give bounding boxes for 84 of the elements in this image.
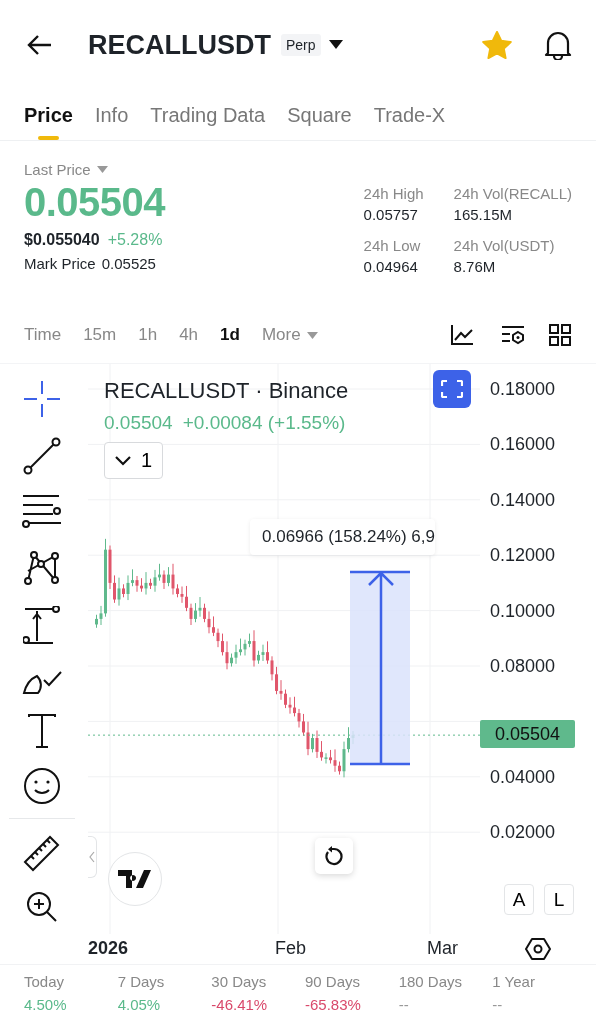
stat-value: 8.76M [453, 258, 497, 275]
scale-button[interactable]: A [504, 884, 534, 915]
measure-range-drawing[interactable] [348, 570, 412, 766]
period-label: 7 Days [117, 973, 166, 990]
stat-label: 24h Vol(RECALL) [453, 185, 572, 202]
price-axis-label: 0.12000 [490, 544, 556, 567]
chevron-down-icon [115, 455, 131, 466]
page-tab[interactable]: Trade-X [373, 90, 446, 140]
bell-icon[interactable] [544, 30, 572, 60]
price-axis-label: 0.02000 [490, 821, 556, 844]
chart-symbol-title: RECALLUSDT · Binance [104, 378, 349, 404]
measure-tool-icon[interactable] [23, 606, 61, 646]
indicator-toggle-button[interactable]: 1 [104, 442, 164, 479]
page-tab[interactable]: Trading Data [150, 90, 266, 140]
period-label: 180 Days [398, 973, 464, 990]
price-axis-label: 0.10000 [490, 599, 556, 622]
time-axis-label: Feb [275, 938, 307, 959]
caret-icon[interactable] [328, 40, 343, 50]
interval-tab[interactable]: 15m [83, 325, 117, 345]
time-axis-label: Mar [427, 938, 458, 959]
page-tab[interactable]: Info [94, 90, 129, 140]
period-label: 90 Days [305, 973, 361, 990]
usd-price: $0.055040 [24, 231, 100, 249]
price-axis-label: 0.16000 [490, 433, 556, 456]
interval-tab[interactable]: 4h [179, 325, 199, 345]
indicator-chart-icon[interactable] [450, 324, 474, 346]
smiley-icon[interactable] [23, 767, 61, 805]
time-axis-label: 2026 [88, 938, 129, 959]
price-axis-label: 0.14000 [490, 488, 556, 511]
price-axis-label: 0.04000 [490, 765, 556, 788]
stat-label: 24h Low [363, 237, 422, 254]
period-change: -- [398, 996, 410, 1013]
current-price-label: 0.05504 [480, 720, 575, 748]
mark-price-value: 0.05525 [101, 255, 156, 272]
symbol-title[interactable]: RECALLUSDT [88, 29, 271, 61]
price-change: +5.28% [107, 231, 163, 249]
collapse-handle[interactable] [88, 836, 97, 878]
fullscreen-icon [441, 380, 463, 398]
period-change: -46.41% [211, 996, 269, 1013]
price-axis-label: 0.08000 [490, 655, 556, 677]
fullscreen-button[interactable] [433, 370, 471, 408]
crosshair-icon[interactable] [23, 380, 61, 418]
chart-settings-icon[interactable] [500, 324, 526, 346]
zoom-in-icon[interactable] [26, 891, 58, 923]
interval-tab[interactable]: 1h [138, 325, 158, 345]
stat-label: 24h Vol(USDT) [453, 237, 556, 254]
settings-icon[interactable] [525, 937, 551, 961]
grid-layout-icon[interactable] [548, 324, 572, 346]
contract-badge: Perp [281, 34, 321, 56]
stat-value: 0.05757 [363, 206, 419, 223]
stat-label: 24h High [363, 185, 425, 202]
period-change: -65.83% [305, 996, 362, 1013]
period-change: 4.05% [117, 996, 162, 1013]
mark-price-label: Mark Price [24, 255, 96, 272]
star-icon[interactable] [482, 31, 512, 59]
period-label: Today [24, 973, 66, 990]
stat-value: 0.04964 [363, 258, 419, 275]
page-tab[interactable]: Square [287, 90, 352, 140]
back-arrow-icon[interactable] [26, 34, 52, 56]
reset-button[interactable] [315, 838, 353, 874]
logo-badge[interactable] [108, 852, 162, 906]
measure-tooltip: 0.06966 (158.24%) 6,9 [250, 519, 435, 555]
trend-line-icon[interactable] [23, 437, 61, 475]
price-type-label[interactable]: Last Price [24, 161, 91, 178]
period-change: 4.50% [24, 996, 68, 1013]
interval-tab[interactable]: More [261, 325, 301, 345]
interval-tab[interactable]: Time [24, 325, 62, 345]
pattern-icon[interactable] [23, 549, 61, 587]
text-tool-icon[interactable] [27, 714, 57, 748]
dropdown-icon[interactable] [306, 331, 318, 339]
scale-button[interactable]: L [544, 884, 574, 915]
chart-quote-change: +0.00084 (+1.55%) [182, 412, 346, 434]
parallel-lines-icon[interactable] [22, 494, 62, 530]
period-change: -- [492, 996, 504, 1013]
interval-tab[interactable]: 1d [220, 325, 240, 345]
chart-quote: 0.05504 [104, 412, 173, 434]
page-tab[interactable]: Price [24, 90, 73, 140]
price-axis-label: 0.18000 [490, 378, 556, 400]
period-label: 1 Year [492, 973, 536, 990]
reset-icon [324, 846, 344, 866]
last-price: 0.05504 [24, 180, 166, 225]
period-label: 30 Days [211, 973, 268, 990]
stat-value: 165.15M [453, 206, 513, 223]
dropdown-icon[interactable] [96, 166, 108, 173]
